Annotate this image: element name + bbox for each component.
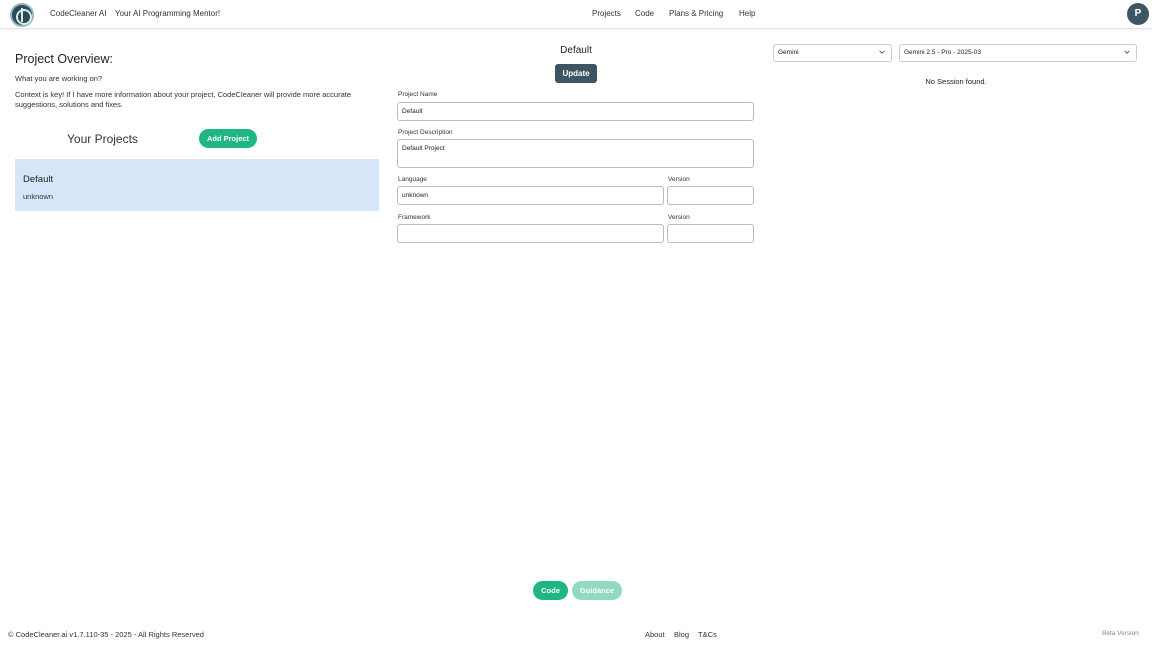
overview-description: Context is key! If I have more informati… [15, 90, 351, 109]
provider-select-value: Gemini [778, 49, 799, 56]
user-avatar[interactable]: P [1127, 3, 1149, 25]
no-session-message: No Session found. [925, 77, 987, 86]
project-description-label: Project Description [398, 129, 453, 136]
language-version-input[interactable] [667, 186, 754, 205]
app-logo-icon[interactable] [10, 3, 34, 27]
page-title: Project Overview: [15, 52, 113, 66]
footer-link-about[interactable]: About [645, 630, 665, 639]
nav-plans-pricing[interactable]: Plans & Pricing [669, 9, 723, 18]
project-language: unknown [23, 192, 54, 201]
project-name: Default [23, 174, 54, 185]
footer-copyright: © CodeCleaner.ai v1.7.110-35 - 2025 - Al… [8, 630, 204, 639]
selected-project-title: Default [560, 45, 592, 56]
nav-code[interactable]: Code [635, 9, 654, 18]
projects-heading: Your Projects [67, 132, 138, 146]
provider-select[interactable]: Gemini [773, 44, 892, 62]
language-input[interactable] [397, 186, 664, 205]
language-version-label: Version [668, 176, 690, 183]
add-project-button[interactable]: Add Project [199, 129, 257, 148]
brand-tagline: Your AI Programming Mentor! [115, 9, 221, 18]
project-description-textarea[interactable]: Default Project [397, 139, 754, 168]
nav-projects[interactable]: Projects [592, 9, 621, 18]
language-label: Language [398, 176, 427, 183]
framework-label: Framework [398, 214, 431, 221]
footer-link-blog[interactable]: Blog [674, 630, 689, 639]
framework-version-label: Version [668, 214, 690, 221]
project-name-label: Project Name [398, 91, 438, 98]
chevron-down-icon [879, 50, 885, 54]
model-select-value: Gemini 2.5 - Pro - 2025-03 [904, 49, 981, 56]
nav-help[interactable]: Help [739, 9, 755, 18]
model-select[interactable]: Gemini 2.5 - Pro - 2025-03 [899, 44, 1137, 62]
top-navbar: CodeCleaner AI Your AI Programming Mento… [0, 0, 1152, 29]
project-list-item[interactable]: Default unknown [15, 159, 379, 211]
framework-input[interactable] [397, 224, 664, 243]
guidance-button: Guidance [572, 581, 622, 600]
project-name-input[interactable] [397, 102, 754, 121]
brand-name[interactable]: CodeCleaner AI [50, 9, 106, 18]
code-button[interactable]: Code [533, 581, 568, 600]
framework-version-input[interactable] [667, 224, 754, 243]
overview-subtitle: What you are working on? [15, 74, 103, 83]
footer-link-tcs[interactable]: T&Cs [698, 630, 717, 639]
beta-version-label: Beta Version [1102, 630, 1139, 637]
chevron-down-icon [1124, 50, 1130, 54]
update-button[interactable]: Update [555, 64, 597, 83]
